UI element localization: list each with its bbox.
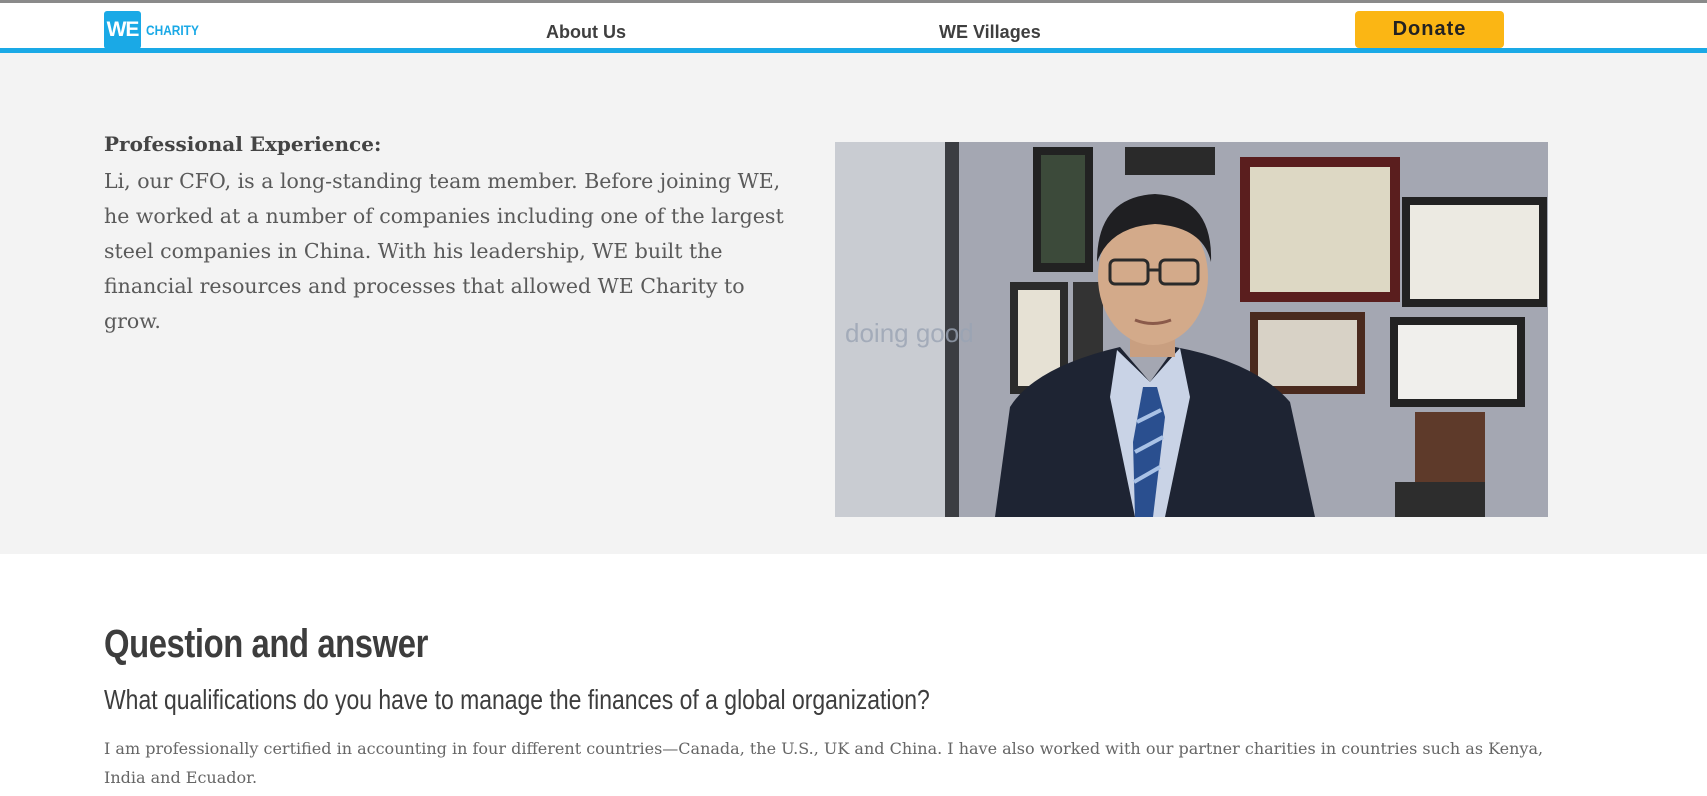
qa-heading: Question and answer <box>104 622 428 666</box>
qa-answer: I am professionally certified in account… <box>104 739 1544 787</box>
profile-photo: doing good <box>835 142 1548 517</box>
donate-button[interactable]: Donate <box>1355 11 1504 48</box>
experience-text: Li, our CFO, is a long-standing team mem… <box>104 169 784 333</box>
site-header: WE CHARITY About Us WE Villages Donate <box>0 3 1707 49</box>
logo-text: CHARITY <box>146 22 199 38</box>
experience-heading: Professional Experience: <box>104 132 382 156</box>
logo-mark: WE <box>104 11 141 49</box>
wall-text: doing good <box>845 318 974 348</box>
we-charity-logo[interactable]: WE CHARITY <box>104 10 208 50</box>
nav-we-villages[interactable]: WE Villages <box>939 22 1041 43</box>
nav-about-us[interactable]: About Us <box>546 22 626 43</box>
qa-question: What qualifications do you have to manag… <box>104 684 930 715</box>
